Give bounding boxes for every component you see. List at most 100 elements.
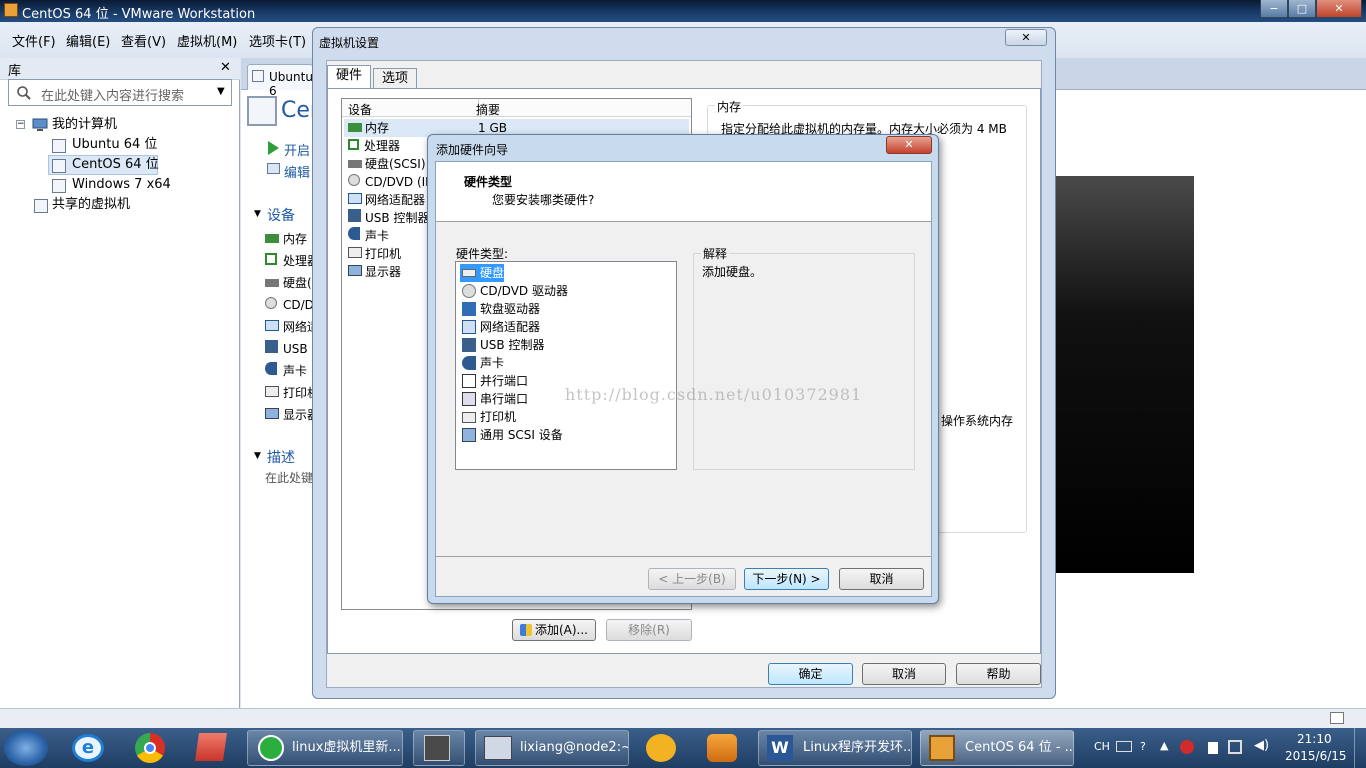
- shared-vm-icon: [34, 199, 48, 213]
- hw-item-cdrom[interactable]: CD/DVD 驱动器: [460, 282, 568, 300]
- tab-ubuntu[interactable]: Ubuntu 6: [247, 64, 313, 98]
- hw-item-serial-port[interactable]: 串行端口: [460, 390, 528, 408]
- hw-item-scsi[interactable]: 通用 SCSI 设备: [460, 426, 563, 444]
- device-cdrom[interactable]: CD/D: [265, 294, 319, 316]
- collapse-arrow-icon[interactable]: ▼: [254, 451, 261, 461]
- start-button[interactable]: [4, 730, 48, 766]
- settings-device-display[interactable]: 显示器: [348, 261, 401, 283]
- app-icon[interactable]: [646, 734, 676, 762]
- library-header: 库 ✕: [0, 58, 240, 80]
- task-word[interactable]: W Linux程序开发环...: [758, 730, 912, 766]
- maximize-button[interactable]: □: [1288, 0, 1316, 18]
- app-icon[interactable]: [707, 734, 737, 762]
- device-printer[interactable]: 打印机: [265, 382, 319, 404]
- tab-hardware[interactable]: 硬件: [327, 65, 372, 89]
- tray-app-icon[interactable]: [1180, 740, 1194, 754]
- clock-date[interactable]: 2015/6/15: [1285, 749, 1347, 763]
- close-button[interactable]: ✕: [1316, 0, 1362, 18]
- collapse-arrow-icon[interactable]: ▼: [254, 209, 261, 219]
- network-icon[interactable]: [1204, 742, 1218, 754]
- tree-vm-ubuntu[interactable]: Ubuntu 64 位: [72, 135, 157, 155]
- hw-item-parallel-port[interactable]: 并行端口: [460, 372, 528, 390]
- next-button[interactable]: 下一步(N) >: [744, 568, 829, 590]
- help-button[interactable]: 帮助: [956, 663, 1041, 685]
- taskbar: e linux虚拟机里新... lixiang@node2:~ W Linux程序…: [0, 728, 1366, 768]
- device-sound[interactable]: 声卡: [265, 360, 319, 382]
- tree-collapse-icon[interactable]: −: [16, 120, 25, 129]
- wizard-close-button[interactable]: ✕: [886, 136, 932, 154]
- hw-item-network[interactable]: 网络适配器: [460, 318, 540, 336]
- notes-icon[interactable]: [1330, 712, 1344, 724]
- app-icon[interactable]: [195, 733, 227, 761]
- library-title: 库: [8, 64, 22, 79]
- watermark-text: http://blog.csdn.net/u010372981: [565, 385, 863, 404]
- library-search-input[interactable]: 在此处键入内容进行搜索 ▼: [8, 79, 232, 106]
- device-harddisk[interactable]: 硬盘(: [265, 272, 319, 294]
- tree-my-computer[interactable]: 我的计算机: [52, 115, 117, 135]
- memory-header: 内存: [715, 98, 744, 115]
- tree-shared-vms[interactable]: 共享的虚拟机: [52, 195, 130, 215]
- remove-hardware-button[interactable]: 移除(R): [606, 619, 692, 641]
- shield-icon: [519, 624, 532, 636]
- settings-close-button[interactable]: ✕: [1005, 29, 1047, 46]
- menu-tabs[interactable]: 选项卡(T): [249, 31, 306, 50]
- library-close-button[interactable]: ✕: [220, 60, 231, 75]
- task-browser[interactable]: linux虚拟机里新...: [247, 730, 403, 766]
- vm-screen-preview[interactable]: [1054, 176, 1194, 573]
- menu-file[interactable]: 文件(F): [12, 31, 56, 50]
- add-hardware-wizard: 添加硬件向导 ✕ 硬件类型 您要安装哪类硬件? 硬件类型: 硬盘 CD/DVD …: [427, 134, 939, 604]
- column-device[interactable]: 设备: [348, 101, 372, 118]
- keyboard-icon[interactable]: [1116, 741, 1132, 752]
- task-vmware[interactable]: CentOS 64 位 - ...: [920, 730, 1074, 766]
- column-summary[interactable]: 摘要: [476, 101, 500, 118]
- hw-item-sound[interactable]: 声卡: [460, 354, 504, 372]
- task-terminal[interactable]: lixiang@node2:~: [475, 730, 629, 766]
- add-hardware-button[interactable]: 添加(A)...: [512, 619, 596, 641]
- wizard-subheading: 您要安装哪类硬件?: [492, 193, 595, 207]
- device-processor[interactable]: 处理器: [265, 250, 319, 272]
- input-language[interactable]: CH: [1094, 740, 1110, 753]
- task-sublime[interactable]: [413, 730, 465, 766]
- ie-icon[interactable]: e: [72, 734, 104, 762]
- ok-button[interactable]: 确定: [768, 663, 853, 685]
- hw-item-harddisk[interactable]: 硬盘: [460, 264, 505, 282]
- menu-vm[interactable]: 虚拟机(M): [177, 31, 237, 50]
- hw-item-printer[interactable]: 打印机: [460, 408, 516, 426]
- device-display[interactable]: 显示器: [265, 404, 319, 426]
- device-network[interactable]: 网络适: [265, 316, 319, 338]
- show-hidden-icons[interactable]: ▲: [1160, 739, 1168, 752]
- library-panel: 库 ✕ 在此处键入内容进行搜索 ▼ − 我的计算机 Ubuntu 64 位 Ce…: [0, 58, 240, 708]
- tree-vm-centos[interactable]: CentOS 64 位: [72, 155, 159, 175]
- hw-item-floppy[interactable]: 软盘驱动器: [460, 300, 540, 318]
- chrome-icon[interactable]: [135, 733, 165, 763]
- computer-icon: [32, 118, 48, 131]
- tree-vm-windows7[interactable]: Windows 7 x64: [72, 175, 171, 195]
- menu-edit[interactable]: 编辑(E): [66, 31, 110, 50]
- explanation-text: 添加硬盘。: [702, 265, 763, 279]
- settings-cancel-button[interactable]: 取消: [862, 663, 946, 685]
- device-usb[interactable]: USB: [265, 338, 319, 360]
- action-center-icon[interactable]: [1228, 740, 1242, 754]
- volume-icon[interactable]: ◀): [1254, 738, 1269, 753]
- edit-settings-link[interactable]: 编辑: [284, 162, 310, 181]
- vm-icon: [52, 139, 66, 153]
- chevron-down-icon[interactable]: ▼: [217, 86, 225, 97]
- device-memory[interactable]: 内存: [265, 228, 319, 250]
- edit-icon: [267, 163, 280, 174]
- window-title: CentOS 64 位 - VMware Workstation: [22, 7, 256, 22]
- wizard-header: 硬件类型 您要安装哪类硬件?: [436, 162, 931, 222]
- tab-options[interactable]: 选项: [373, 68, 418, 90]
- wizard-cancel-button[interactable]: 取消: [839, 568, 924, 590]
- help-tray-icon[interactable]: ?: [1140, 740, 1146, 753]
- show-desktop-button[interactable]: [1354, 728, 1366, 768]
- clock-time[interactable]: 21:10: [1297, 732, 1332, 746]
- window-titlebar: CentOS 64 位 - VMware Workstation − □ ✕: [0, 0, 1366, 22]
- wizard-heading: 硬件类型: [464, 175, 513, 189]
- menu-view[interactable]: 查看(V): [121, 31, 166, 50]
- back-button[interactable]: < 上一步(B): [648, 568, 736, 590]
- status-bar: [0, 708, 1366, 728]
- power-on-link[interactable]: 开启: [284, 140, 310, 159]
- hw-item-usb[interactable]: USB 控制器: [460, 336, 544, 354]
- hardware-type-list[interactable]: 硬盘 CD/DVD 驱动器 软盘驱动器 网络适配器 USB 控制器 声卡 并行端…: [455, 261, 677, 470]
- minimize-button[interactable]: −: [1260, 0, 1288, 18]
